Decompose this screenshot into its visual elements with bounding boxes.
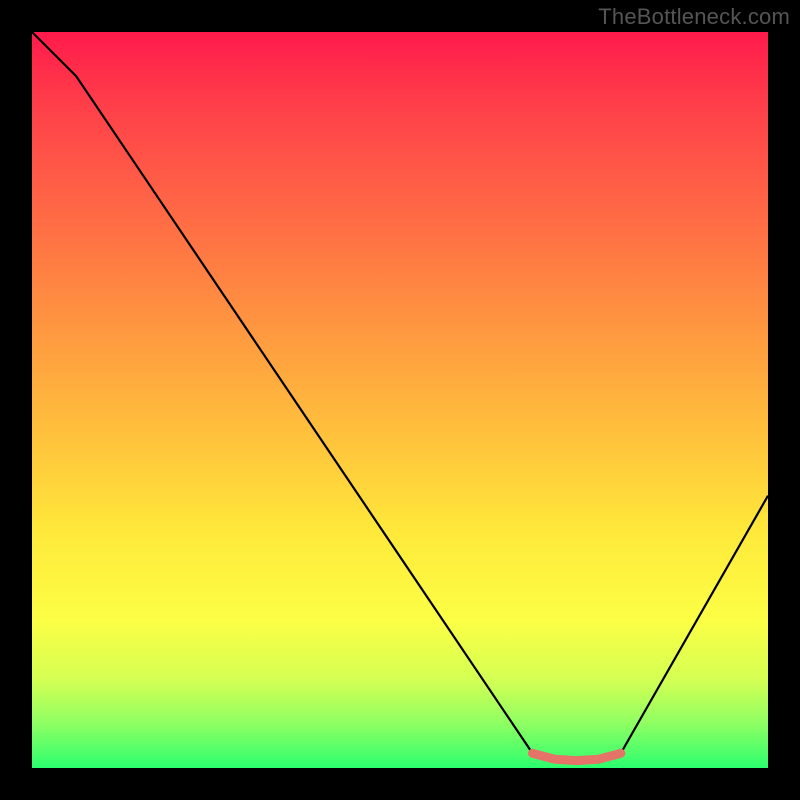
highlight-segment [533,753,621,760]
curve-layer [32,32,768,768]
plot-area [32,32,768,768]
chart-frame: TheBottleneck.com [0,0,800,800]
bottleneck-curve [32,32,768,761]
watermark-label: TheBottleneck.com [598,4,790,30]
